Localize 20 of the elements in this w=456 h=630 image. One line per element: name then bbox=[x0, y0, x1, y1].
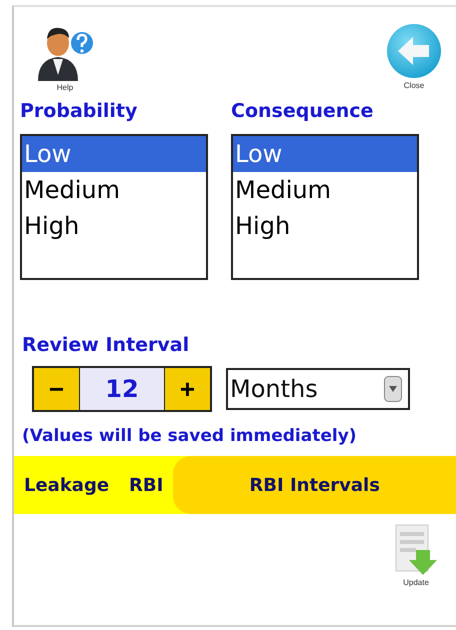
probability-label: Probability bbox=[20, 100, 138, 122]
consequence-label: Consequence bbox=[231, 100, 374, 122]
help-label: Help bbox=[56, 83, 74, 92]
help-button[interactable]: Help bbox=[36, 23, 94, 92]
download-document-icon bbox=[394, 524, 438, 576]
update-button[interactable]: Update bbox=[394, 524, 438, 587]
unit-dropdown[interactable]: Months bbox=[226, 368, 410, 410]
update-label: Update bbox=[403, 578, 429, 587]
tab[interactable]: Leakage bbox=[14, 456, 120, 514]
close-button[interactable]: Close bbox=[386, 23, 442, 92]
increment-button[interactable]: + bbox=[164, 368, 210, 410]
review-interval-label: Review Interval bbox=[22, 334, 190, 356]
list-option[interactable]: Low bbox=[233, 136, 417, 172]
interval-value: 12 bbox=[80, 368, 164, 410]
decrement-button[interactable]: − bbox=[34, 368, 80, 410]
close-label: Close bbox=[404, 81, 424, 90]
list-option[interactable]: Low bbox=[22, 136, 206, 172]
save-note: (Values will be saved immediately) bbox=[21, 425, 358, 446]
tab[interactable]: RBI bbox=[119, 456, 174, 514]
tab[interactable]: RBI Intervals bbox=[173, 456, 456, 514]
